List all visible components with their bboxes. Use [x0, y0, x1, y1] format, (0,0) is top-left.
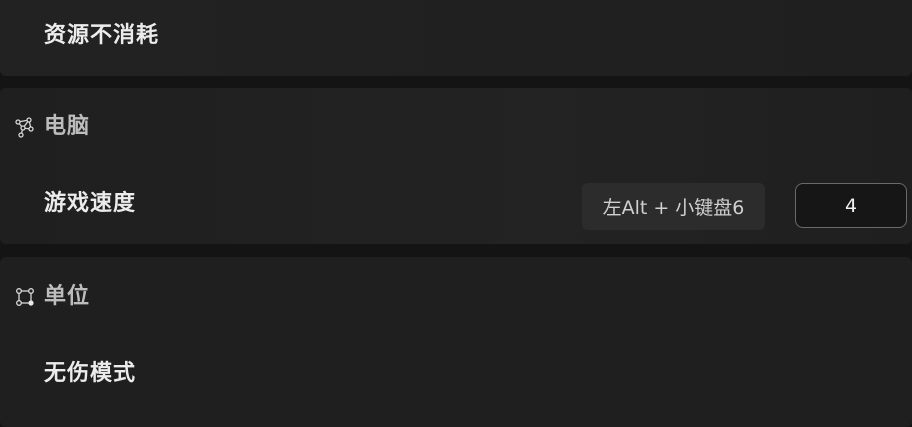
invincible-mode-label: 无伤模式 [44, 361, 137, 386]
settings-card-resources: 资源不消耗 [0, 0, 912, 76]
game-speed-value-input[interactable]: 4 [795, 183, 907, 228]
game-speed-label: 游戏速度 [44, 191, 137, 216]
settings-card-computer: 电脑 游戏速度 [0, 88, 912, 244]
section-header-unit: 单位 [14, 285, 90, 309]
settings-card-unit: 单位 无伤模式 [0, 257, 912, 427]
infinite-resources-label: 资源不消耗 [44, 23, 160, 48]
game-speed-hotkey-button[interactable]: 左Alt + 小键盘6 [582, 183, 765, 230]
section-title-unit: 单位 [44, 284, 91, 309]
vector-square-icon [14, 286, 36, 308]
section-title-computer: 电脑 [44, 114, 91, 139]
network-nodes-icon [14, 116, 36, 138]
section-header-computer: 电脑 [14, 115, 90, 139]
